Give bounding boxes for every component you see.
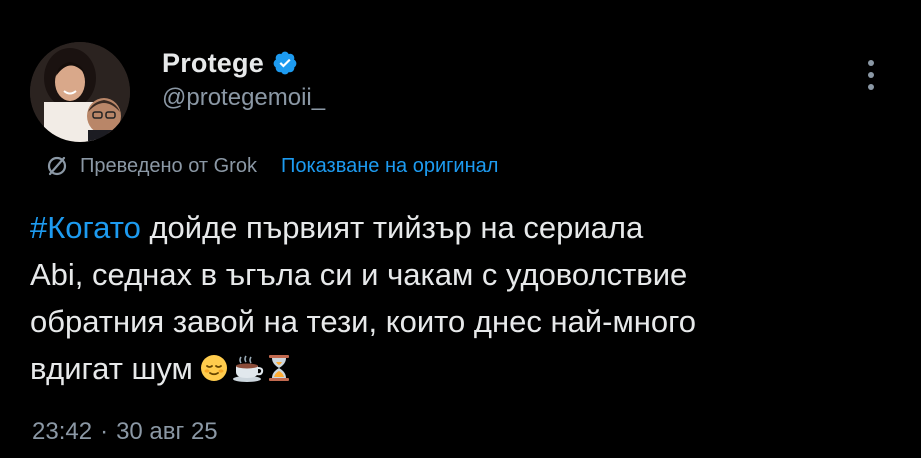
timestamp[interactable]: 23:42 · 30 авг 25 bbox=[32, 418, 218, 446]
emoji-group bbox=[199, 353, 291, 383]
more-options-icon[interactable] bbox=[858, 58, 884, 92]
grok-translate-icon bbox=[46, 155, 68, 177]
relieved-face-icon bbox=[200, 355, 227, 381]
hashtag-link[interactable]: #Когато bbox=[30, 210, 141, 245]
meta-separator: · bbox=[100, 418, 109, 445]
more-dot bbox=[868, 60, 874, 66]
post-date: 30 авг 25 bbox=[116, 418, 218, 445]
author-name-row: Protege bbox=[162, 46, 298, 80]
post-time: 23:42 bbox=[32, 418, 93, 445]
hot-beverage-icon bbox=[232, 355, 264, 382]
verified-badge-icon bbox=[272, 50, 298, 76]
avatar[interactable] bbox=[30, 42, 130, 142]
translated-by-label: Преведено от Grok bbox=[80, 154, 257, 177]
more-dot bbox=[868, 84, 874, 90]
more-dot bbox=[868, 72, 874, 78]
hourglass-icon bbox=[268, 355, 289, 381]
username[interactable]: @protegemoii_ bbox=[162, 84, 325, 112]
tweet-text: #Когато дойде първият тийзър на сериала … bbox=[30, 204, 890, 392]
avatar-image bbox=[30, 42, 130, 142]
show-original-link[interactable]: Показване на оригинал bbox=[281, 155, 498, 178]
display-name[interactable]: Protege bbox=[162, 48, 264, 79]
translation-notice: Преведено от Grok Показване на оригинал bbox=[46, 151, 498, 181]
